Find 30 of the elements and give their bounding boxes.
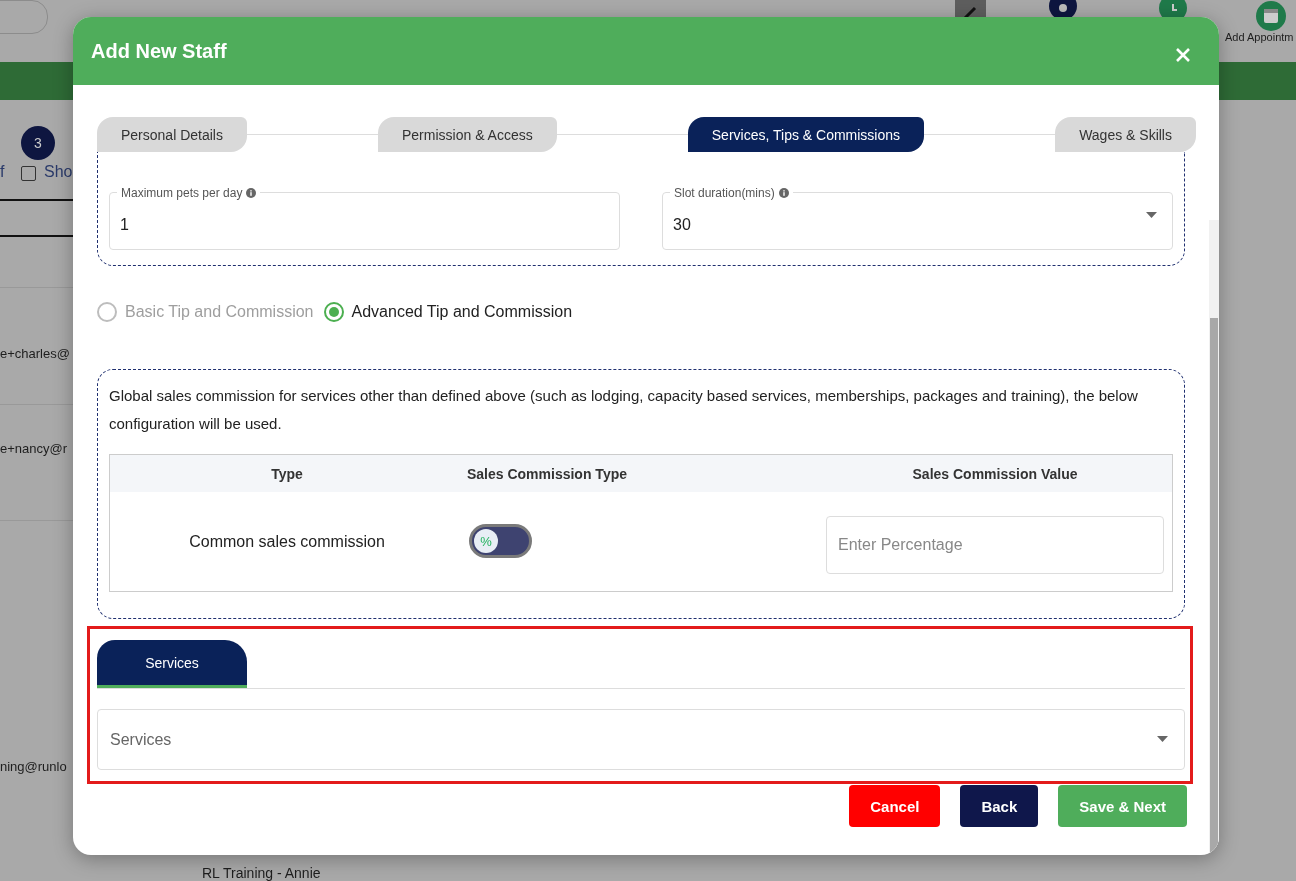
- email-text: e+nancy@r: [0, 441, 68, 456]
- step-tab[interactable]: Wages & Skills: [1055, 117, 1196, 152]
- field-label: Maximum pets per day: [121, 186, 243, 200]
- count-badge: 3: [21, 126, 55, 160]
- step-tab[interactable]: Services, Tips & Commissions: [687, 117, 925, 152]
- toolbar-action-label[interactable]: Add Appointm: [1225, 31, 1294, 43]
- email-text: e+charles@: [0, 346, 70, 361]
- column-header: Type: [270, 465, 304, 482]
- column-header: Sales Commission Value: [911, 465, 1079, 482]
- services-tab[interactable]: Services: [97, 640, 247, 688]
- column-header: Sales Commission Type: [466, 465, 628, 482]
- filter-label: f: [0, 163, 5, 181]
- dialog-title: Add New Staff: [91, 39, 227, 63]
- select-placeholder: Services: [110, 730, 172, 749]
- step-tab[interactable]: Personal Details: [97, 117, 247, 152]
- back-button[interactable]: Back: [960, 785, 1039, 827]
- checkbox-label: Sho: [44, 163, 73, 181]
- services-select[interactable]: Services: [97, 709, 1185, 770]
- field-value: 30: [673, 216, 691, 234]
- table-cell-text: Common sales commission: [188, 532, 386, 551]
- percentage-field[interactable]: Enter Percentage: [826, 515, 1164, 574]
- field-value: 1: [120, 216, 129, 234]
- trainer-text: RL Training - Annie: [202, 865, 321, 881]
- commission-note: Global sales commission for services other than defined above (such as lodging, capacity based services, memberships, packages and training), the below configuration will be used.: [109, 386, 1139, 434]
- email-text: ning@runlo: [0, 759, 67, 774]
- field-label: Slot duration(mins): [674, 186, 775, 200]
- cancel-button[interactable]: Cancel: [849, 785, 941, 827]
- radio-label: Advanced Tip and Commission: [351, 303, 573, 321]
- step-tab[interactable]: Permission & Access: [378, 117, 557, 152]
- radio-label: Basic Tip and Commission: [125, 303, 314, 321]
